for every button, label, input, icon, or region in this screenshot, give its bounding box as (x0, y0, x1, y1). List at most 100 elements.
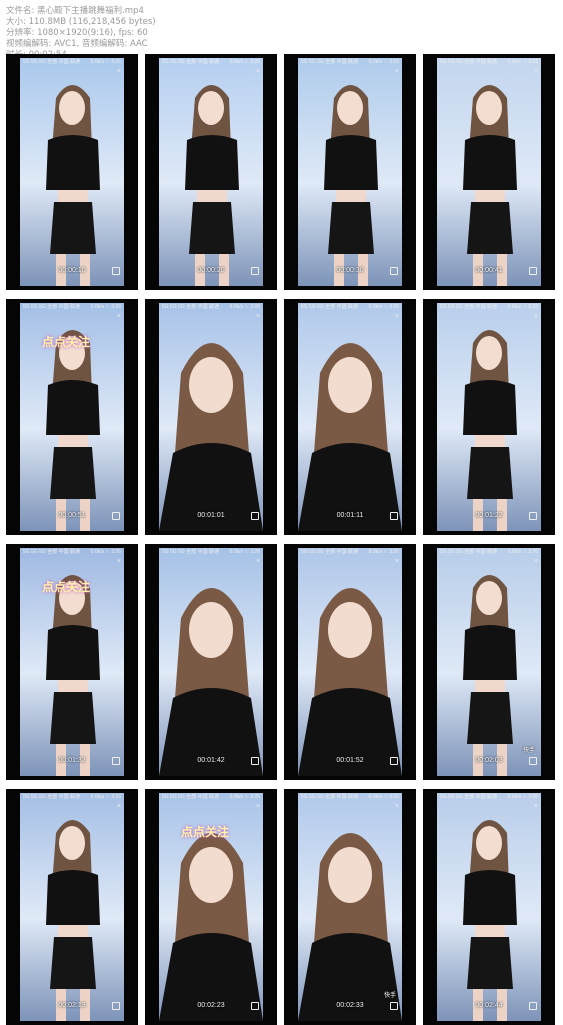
video-thumbnail: 5G 5G 5G 全部 中国 联通 0.0k/s ☆ 3:26 × 点点关注 00:02… (145, 789, 277, 1025)
fullscreen-icon (390, 267, 398, 275)
status-right: 0.0k/s ☆ 3:26 (368, 304, 399, 310)
video-thumbnail: 5G 5G 5G 全部 中国 联通 0.0k/s ☆ 3:26 × 快手 00:02:3… (284, 789, 416, 1025)
status-bar: 5G 5G 5G 全部 中国 联通 0.0k/s ☆ 3:26 (437, 58, 541, 67)
timestamp: 00:02:13 (58, 1002, 86, 1009)
video-thumbnail: 5G 5G 5G 全部 中国 联通 0.0k/s ☆ 3:26 × 00:01:11 (284, 299, 416, 535)
phone-screen: 5G 5G 5G 全部 中国 联通 0.0k/s ☆ 3:26 × 00:00:30 (298, 58, 402, 286)
phone-screen: 5G 5G 5G 全部 中国 联通 0.0k/s ☆ 3:26 × 00:00:20 (159, 58, 263, 286)
status-right: 0.0k/s ☆ 3:26 (90, 304, 121, 310)
person-figure (298, 343, 402, 531)
timestamp: 00:02:33 (336, 1002, 364, 1009)
fullscreen-icon (529, 512, 537, 520)
follow-overlay-text: 点点关注 (42, 580, 91, 594)
status-carrier: 5G 5G 5G 全部 中国 联通 (23, 59, 80, 65)
status-bar: 5G 5G 5G 全部 中国 联通 0.0k/s ☆ 3:26 (159, 548, 263, 557)
status-bar: 5G 5G 5G 全部 中国 联通 0.0k/s ☆ 3:26 (20, 58, 124, 67)
close-icon: × (255, 558, 260, 565)
timestamp: 00:00:30 (336, 267, 364, 274)
resolution: 分辨率: 1080×1920(9:16), fps: 60 (6, 28, 148, 38)
phone-screen: 5G 5G 5G 全部 中国 联通 0.0k/s ☆ 3:26 × 00:02:13 (20, 793, 124, 1021)
phone-screen: 5G 5G 5G 全部 中国 联通 0.0k/s ☆ 3:26 × 00:02:44 (437, 793, 541, 1021)
timestamp: 00:02:23 (197, 1002, 225, 1009)
timestamp: 00:00:41 (475, 267, 503, 274)
timestamp: 00:02:03 (475, 757, 503, 764)
phone-screen: 5G 5G 5G 全部 中国 联通 0.0k/s ☆ 3:26 × 点点关注 00:01… (20, 548, 124, 776)
status-right: 0.0k/s ☆ 3:26 (507, 59, 538, 65)
video-thumbnail: 5G 5G 5G 全部 中国 联通 0.0k/s ☆ 3:26 × 00:01:52 (284, 544, 416, 780)
status-bar: 5G 5G 5G 全部 中国 联通 0.0k/s ☆ 3:26 (298, 58, 402, 67)
status-carrier: 5G 5G 5G 全部 中国 联通 (162, 794, 219, 800)
status-carrier: 5G 5G 5G 全部 中国 联通 (162, 549, 219, 555)
status-bar: 5G 5G 5G 全部 中国 联通 0.0k/s ☆ 3:26 (159, 58, 263, 67)
person-figure (463, 575, 517, 776)
fullscreen-icon (390, 757, 398, 765)
close-icon: × (255, 313, 260, 320)
video-thumbnail: 5G 5G 5G 全部 中国 联通 0.0k/s ☆ 3:26 × 00:01:22 (423, 299, 555, 535)
close-icon: × (116, 313, 121, 320)
app-logo-badge: 快手 (383, 993, 396, 999)
status-bar: 5G 5G 5G 全部 中国 联通 0.0k/s ☆ 3:26 (159, 793, 263, 802)
person-figure (46, 85, 100, 286)
status-right: 0.0k/s ☆ 3:26 (229, 549, 260, 555)
timestamp: 00:02:44 (475, 1002, 503, 1009)
timestamp: 00:01:22 (475, 512, 503, 519)
person-figure (159, 588, 263, 776)
status-carrier: 5G 5G 5G 全部 中国 联通 (23, 549, 80, 555)
fullscreen-icon (529, 267, 537, 275)
video-thumbnail: 5G 5G 5G 全部 中国 联通 0.0k/s ☆ 3:26 × 00:00:30 (284, 54, 416, 290)
fullscreen-icon (251, 512, 259, 520)
status-right: 0.0k/s ☆ 3:26 (507, 549, 538, 555)
phone-screen: 5G 5G 5G 全部 中国 联通 0.0k/s ☆ 3:26 × 快手 00:02:3… (298, 793, 402, 1021)
status-bar: 5G 5G 5G 全部 中国 联通 0.0k/s ☆ 3:26 (298, 548, 402, 557)
status-right: 0.0k/s ☆ 3:26 (229, 304, 260, 310)
close-icon: × (255, 68, 260, 75)
status-carrier: 5G 5G 5G 全部 中国 联通 (440, 59, 497, 65)
timestamp: 00:01:32 (58, 757, 86, 764)
status-bar: 5G 5G 5G 全部 中国 联通 0.0k/s ☆ 3:26 (159, 303, 263, 312)
status-right: 0.0k/s ☆ 3:26 (90, 794, 121, 800)
phone-screen: 5G 5G 5G 全部 中国 联通 0.0k/s ☆ 3:26 × 00:01:52 (298, 548, 402, 776)
status-right: 0.0k/s ☆ 3:26 (368, 549, 399, 555)
close-icon: × (116, 558, 121, 565)
video-thumbnail: 5G 5G 5G 全部 中国 联通 0.0k/s ☆ 3:26 × 点点关注 00:01… (6, 544, 138, 780)
status-right: 0.0k/s ☆ 3:26 (90, 59, 121, 65)
video-thumbnail: 5G 5G 5G 全部 中国 联通 0.0k/s ☆ 3:26 × 00:00:10 (6, 54, 138, 290)
status-bar: 5G 5G 5G 全部 中国 联通 0.0k/s ☆ 3:26 (20, 793, 124, 802)
timestamp: 00:01:52 (336, 757, 364, 764)
file-name: 文件名: 黑心殿下主播跳舞福利.mp4 (6, 6, 144, 16)
person-figure (463, 85, 517, 286)
file-size: 大小: 110.8MB (116,218,456 bytes) (6, 17, 156, 27)
phone-screen: 5G 5G 5G 全部 中国 联通 0.0k/s ☆ 3:26 × 快手 00:02:0… (437, 548, 541, 776)
status-right: 0.0k/s ☆ 3:26 (229, 794, 260, 800)
status-carrier: 5G 5G 5G 全部 中国 联通 (23, 304, 80, 310)
fullscreen-icon (112, 757, 120, 765)
video-thumbnail: 5G 5G 5G 全部 中国 联通 0.0k/s ☆ 3:26 × 00:01:42 (145, 544, 277, 780)
status-right: 0.0k/s ☆ 3:26 (507, 794, 538, 800)
status-carrier: 5G 5G 5G 全部 中国 联通 (162, 59, 219, 65)
phone-screen: 5G 5G 5G 全部 中国 联通 0.0k/s ☆ 3:26 × 00:01:01 (159, 303, 263, 531)
fullscreen-icon (112, 512, 120, 520)
video-thumbnail: 5G 5G 5G 全部 中国 联通 0.0k/s ☆ 3:26 × 00:01:01 (145, 299, 277, 535)
status-carrier: 5G 5G 5G 全部 中国 联通 (440, 794, 497, 800)
close-icon: × (255, 803, 260, 810)
video-thumbnail: 5G 5G 5G 全部 中国 联通 0.0k/s ☆ 3:26 × 00:02:44 (423, 789, 555, 1025)
follow-overlay-text: 点点关注 (42, 335, 91, 349)
codec: 视频编解码: AVC1, 音频编解码: AAC (6, 39, 148, 49)
status-carrier: 5G 5G 5G 全部 中国 联通 (301, 549, 358, 555)
video-thumbnail: 5G 5G 5G 全部 中国 联通 0.0k/s ☆ 3:26 × 00:00:20 (145, 54, 277, 290)
status-bar: 5G 5G 5G 全部 中国 联通 0.0k/s ☆ 3:26 (20, 548, 124, 557)
timestamp: 00:00:10 (58, 267, 86, 274)
status-right: 0.0k/s ☆ 3:26 (507, 304, 538, 310)
close-icon: × (533, 803, 538, 810)
close-icon: × (116, 68, 121, 75)
fullscreen-icon (112, 1002, 120, 1010)
follow-overlay-text: 点点关注 (181, 825, 230, 839)
close-icon: × (533, 558, 538, 565)
close-icon: × (533, 68, 538, 75)
person-figure (324, 85, 378, 286)
close-icon: × (394, 68, 399, 75)
status-bar: 5G 5G 5G 全部 中国 联通 0.0k/s ☆ 3:26 (20, 303, 124, 312)
app-logo-badge: 快手 (522, 748, 535, 754)
status-carrier: 5G 5G 5G 全部 中国 联通 (23, 794, 80, 800)
fullscreen-icon (390, 1002, 398, 1010)
